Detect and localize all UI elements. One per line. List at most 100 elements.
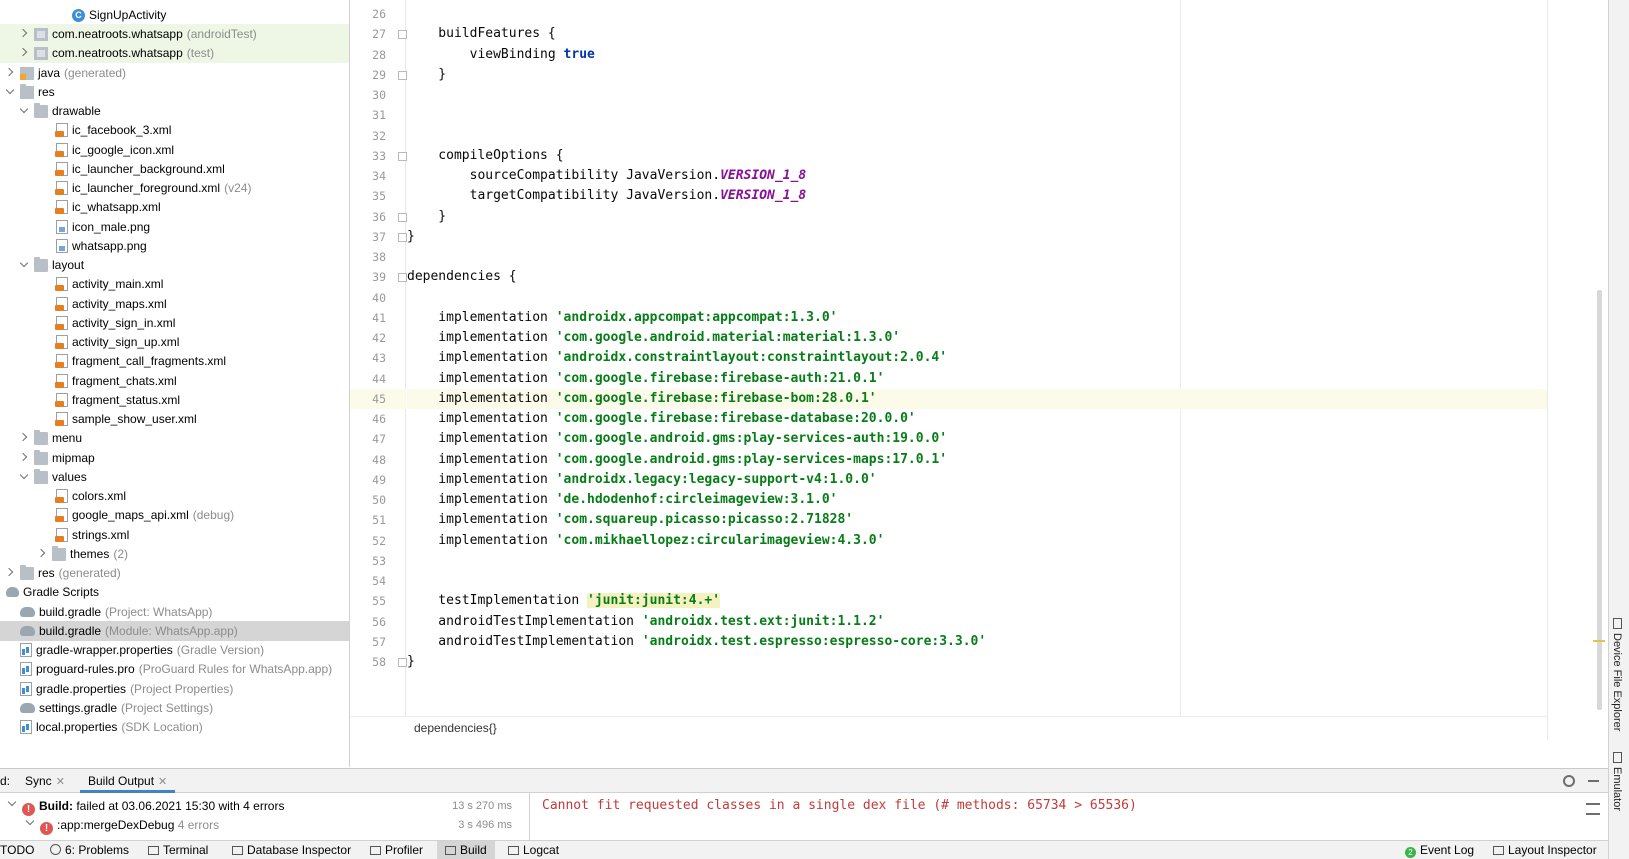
tree-item[interactable]: ic_whatsapp.xml [0, 197, 349, 217]
tree-item[interactable]: ic_launcher_background.xml [0, 159, 349, 179]
chevron-down-icon[interactable] [18, 105, 30, 117]
code-line[interactable]: implementation 'com.squareup.picasso:pic… [407, 510, 1547, 530]
code-line[interactable]: implementation 'com.google.android.gms:p… [407, 450, 1547, 470]
fold-marker-icon[interactable] [398, 213, 407, 222]
build-tab[interactable]: Build [437, 841, 495, 859]
chevron-right-icon[interactable] [36, 548, 48, 560]
chevron-right-icon[interactable] [18, 432, 30, 444]
chevron-down-icon[interactable] [18, 259, 30, 271]
chevron-right-icon[interactable] [18, 28, 30, 40]
code-line[interactable]: implementation 'de.hdodenhof:circleimage… [407, 490, 1547, 510]
tree-item[interactable]: res [0, 82, 349, 102]
tree-item[interactable]: icon_male.png [0, 217, 349, 237]
tree-item[interactable]: fragment_chats.xml [0, 371, 349, 391]
tree-item[interactable]: ic_launcher_foreground.xml (v24) [0, 178, 349, 198]
tree-item[interactable]: proguard-rules.pro (ProGuard Rules for Wh… [0, 659, 349, 679]
code-line[interactable]: implementation 'androidx.legacy:legacy-s… [407, 470, 1547, 490]
tree-item[interactable]: google_maps_api.xml (debug) [0, 505, 349, 525]
tree-item[interactable]: values [0, 467, 349, 487]
code-line[interactable]: implementation 'com.google.firebase:fire… [407, 409, 1547, 429]
soft-wrap-icon[interactable] [1586, 803, 1600, 815]
gear-icon[interactable] [1563, 775, 1575, 787]
tab-build-output[interactable]: Build Output ✕ [80, 769, 176, 793]
code-line[interactable]: implementation 'com.google.android.gms:p… [407, 429, 1547, 449]
tree-item[interactable]: settings.gradle (Project Settings) [0, 698, 349, 718]
code-line[interactable]: implementation 'androidx.appcompat:appco… [407, 308, 1547, 328]
layout-inspector-tab[interactable]: Layout Inspector [1493, 841, 1597, 859]
chevron-down-icon[interactable] [24, 817, 36, 829]
code-line[interactable] [407, 247, 1547, 267]
code-line[interactable] [407, 288, 1547, 308]
line-number-gutter[interactable]: 26 27 28 29 30 31 32 33 34 35 36 37 38 39 40 41 42 43 44 45… [350, 0, 407, 716]
code-line[interactable]: } [407, 227, 1547, 247]
code-line[interactable]: sourceCompatibility JavaVersion.VERSION_… [407, 166, 1547, 186]
logcat-tab[interactable]: Logcat [508, 841, 559, 859]
tree-item[interactable]: ic_google_icon.xml [0, 140, 349, 160]
fold-marker-icon[interactable] [398, 71, 407, 80]
tree-item[interactable]: com.neatroots.whatsapp (androidTest) [0, 24, 349, 44]
emulator-tab[interactable]: Emulator [1611, 752, 1623, 811]
tree-item[interactable]: themes (2) [0, 544, 349, 564]
code-line[interactable]: implementation 'com.google.firebase:fire… [407, 389, 1547, 409]
code-line[interactable]: } [407, 652, 1547, 672]
tree-item[interactable]: activity_sign_up.xml [0, 332, 349, 352]
tree-item[interactable]: activity_main.xml [0, 274, 349, 294]
code-line[interactable]: androidTestImplementation 'androidx.test… [407, 632, 1547, 652]
tree-item[interactable]: java (generated) [0, 63, 349, 83]
tree-item[interactable]: com.neatroots.whatsapp (test) [0, 43, 349, 63]
tree-item[interactable]: menu [0, 428, 349, 448]
code-line[interactable]: compileOptions { [407, 146, 1547, 166]
build-error-message[interactable]: Cannot fit requested classes in a single… [542, 798, 1137, 813]
tree-item[interactable]: ic_facebook_3.xml [0, 120, 349, 140]
problems-tab[interactable]: 6: Problems [50, 841, 129, 859]
tree-item[interactable]: activity_maps.xml [0, 294, 349, 314]
tree-item[interactable]: strings.xml [0, 525, 349, 545]
chevron-down-icon[interactable] [6, 798, 18, 810]
tree-item[interactable]: C SignUpActivity [0, 5, 349, 25]
database-inspector-tab[interactable]: Database Inspector [232, 841, 351, 859]
code-editor[interactable]: 26 27 28 29 30 31 32 33 34 35 36 37 38 39 40 41 42 43 44 45… [350, 0, 1547, 740]
tree-item[interactable]: activity_sign_in.xml [0, 313, 349, 333]
tree-item[interactable]: Gradle Scripts [0, 582, 349, 602]
breadcrumb[interactable]: dependencies{} [350, 716, 1547, 740]
code-line[interactable]: implementation 'com.google.android.mater… [407, 328, 1547, 348]
chevron-right-icon[interactable] [18, 452, 30, 464]
code-line[interactable]: implementation 'androidx.constraintlayou… [407, 348, 1547, 368]
tree-item[interactable]: res (generated) [0, 563, 349, 583]
tree-item[interactable]: local.properties (SDK Location) [0, 717, 349, 737]
code-line[interactable]: buildFeatures { [407, 24, 1547, 44]
fold-marker-icon[interactable] [398, 658, 407, 667]
editor-scrollbar-thumb[interactable] [1597, 290, 1602, 710]
code-line[interactable] [407, 571, 1547, 591]
tree-item[interactable]: build.gradle (Project: WhatsApp) [0, 602, 349, 622]
profiler-tab[interactable]: Profiler [370, 841, 423, 859]
code-line[interactable] [407, 85, 1547, 105]
close-icon[interactable]: ✕ [158, 776, 167, 788]
event-log-tab[interactable]: 2 Event Log [1405, 841, 1474, 859]
fold-marker-icon[interactable] [398, 233, 407, 242]
tree-item[interactable]: layout [0, 255, 349, 275]
tree-item[interactable]: colors.xml [0, 486, 349, 506]
tree-item[interactable]: fragment_status.xml [0, 390, 349, 410]
code-line[interactable]: implementation 'com.google.firebase:fire… [407, 369, 1547, 389]
close-icon[interactable]: ✕ [56, 776, 65, 788]
code-line[interactable]: } [407, 207, 1547, 227]
chevron-down-icon[interactable] [4, 86, 16, 98]
code-line[interactable]: dependencies { [407, 267, 1547, 287]
fold-marker-icon[interactable] [398, 152, 407, 161]
chevron-right-icon[interactable] [4, 67, 16, 79]
code-line[interactable]: implementation 'com.mikhaellopez:circula… [407, 531, 1547, 551]
fold-marker-icon[interactable] [398, 30, 407, 39]
tree-item[interactable]: drawable [0, 101, 349, 121]
tree-item[interactable]: whatsapp.png [0, 236, 349, 256]
code-line[interactable] [407, 4, 1547, 24]
warning-marker[interactable] [1593, 640, 1605, 642]
chevron-right-icon[interactable] [18, 47, 30, 59]
device-file-explorer-tab[interactable]: Device File Explorer [1611, 618, 1623, 731]
task-result-row[interactable]: !:app:mergeDexDebug 4 errors 3 s 496 ms [0, 815, 520, 835]
code-line[interactable]: targetCompatibility JavaVersion.VERSION_… [407, 186, 1547, 206]
code-line[interactable] [407, 551, 1547, 571]
tree-item[interactable]: gradle-wrapper.properties (Gradle Version… [0, 640, 349, 660]
terminal-tab[interactable]: Terminal [148, 841, 208, 859]
tree-item[interactable]: build.gradle (Module: WhatsApp.app) [0, 621, 349, 641]
